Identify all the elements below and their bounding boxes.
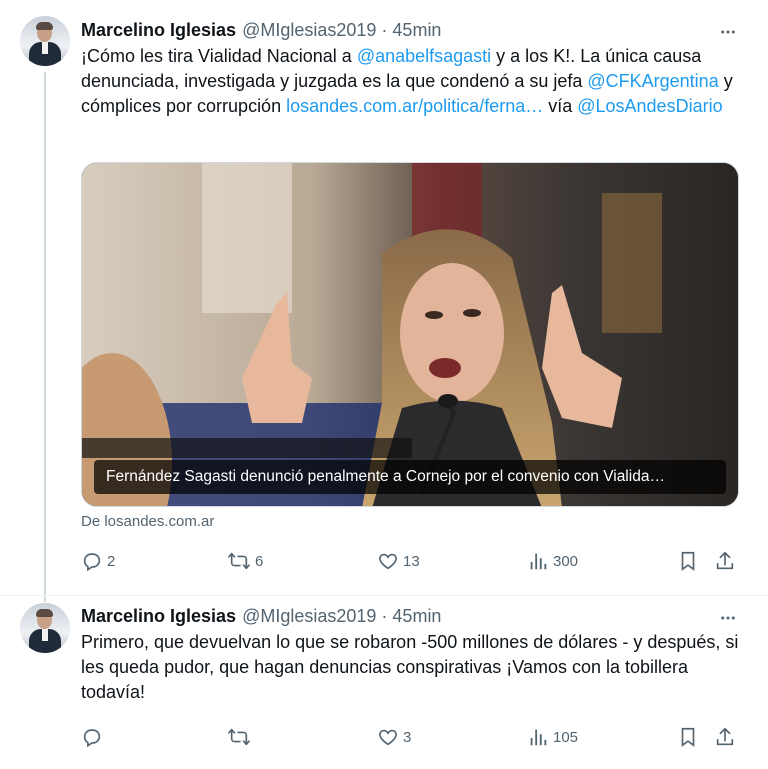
views-count: 300 <box>553 552 579 570</box>
views-count: 105 <box>553 728 579 746</box>
avatar[interactable] <box>20 603 70 653</box>
bookmark-button[interactable] <box>677 549 699 573</box>
mention-link[interactable]: @CFKArgentina <box>587 71 718 91</box>
views-icon <box>527 726 549 748</box>
tweet-actions: 3 105 <box>81 725 741 749</box>
reply-button[interactable]: 2 <box>81 549 115 573</box>
mention-link[interactable]: @anabelfsagasti <box>357 46 491 66</box>
author-handle[interactable]: @MIglesias2019 <box>242 20 376 41</box>
mention-link[interactable]: @LosAndesDiario <box>577 96 722 116</box>
card-title[interactable]: Fernández Sagasti denunció penalmente a … <box>94 460 726 494</box>
url-link[interactable]: losandes.com.ar/politica/ferna… <box>286 96 543 116</box>
like-button[interactable]: 3 <box>377 725 411 749</box>
card-source[interactable]: De losandes.com.ar <box>81 513 214 530</box>
tweet-header: Marcelino Iglesias @MIglesias2019 · 45mi… <box>81 20 441 41</box>
author-name[interactable]: Marcelino Iglesias <box>81 20 236 41</box>
bookmark-icon <box>677 550 699 572</box>
author-handle[interactable]: @MIglesias2019 <box>242 606 376 627</box>
tweet[interactable]: Marcelino Iglesias @MIglesias2019 · 45mi… <box>0 0 768 595</box>
like-count: 13 <box>403 552 420 570</box>
avatar[interactable] <box>20 16 70 66</box>
share-icon <box>714 726 736 748</box>
share-button[interactable] <box>714 725 736 749</box>
author-name[interactable]: Marcelino Iglesias <box>81 606 236 627</box>
separator-dot: · <box>381 606 388 626</box>
tweet-text: ¡Cómo les tira Vialidad Nacional a @anab… <box>81 44 741 119</box>
like-button[interactable]: 13 <box>377 549 420 573</box>
more-horizontal-icon[interactable] <box>718 22 738 42</box>
retweet-icon <box>227 550 251 572</box>
retweet-icon <box>227 726 251 748</box>
reply-icon <box>81 550 103 572</box>
retweet-button[interactable]: 6 <box>227 549 263 573</box>
heart-icon <box>377 550 399 572</box>
more-horizontal-icon[interactable] <box>718 608 738 628</box>
tweet[interactable]: Marcelino Iglesias @MIglesias2019 · 45mi… <box>0 596 768 769</box>
like-count: 3 <box>403 728 412 746</box>
link-card[interactable]: Fernández Sagasti denunció penalmente a … <box>81 162 739 507</box>
retweet-button[interactable] <box>227 725 255 749</box>
timestamp[interactable]: 45min <box>392 20 441 41</box>
bookmark-icon <box>677 726 699 748</box>
timestamp[interactable]: 45min <box>392 606 441 627</box>
card-photo <box>82 163 738 506</box>
tweet-text: Primero, que devuelvan lo que se robaron… <box>81 632 739 702</box>
tweet-header: Marcelino Iglesias @MIglesias2019 · 45mi… <box>81 606 441 627</box>
views-button[interactable]: 105 <box>527 725 578 749</box>
bookmark-button[interactable] <box>677 725 699 749</box>
views-icon <box>527 550 549 572</box>
reply-button[interactable] <box>81 725 107 749</box>
views-button[interactable]: 300 <box>527 549 578 573</box>
share-icon <box>714 550 736 572</box>
reply-count: 2 <box>107 552 116 570</box>
share-button[interactable] <box>714 549 736 573</box>
heart-icon <box>377 726 399 748</box>
reply-icon <box>81 726 103 748</box>
text-segment: ¡Cómo les tira Vialidad Nacional a <box>81 46 357 66</box>
retweet-count: 6 <box>255 552 264 570</box>
separator-dot: · <box>381 20 388 40</box>
text-segment: vía <box>543 96 578 116</box>
tweet-actions: 2 6 13 300 <box>81 549 741 573</box>
